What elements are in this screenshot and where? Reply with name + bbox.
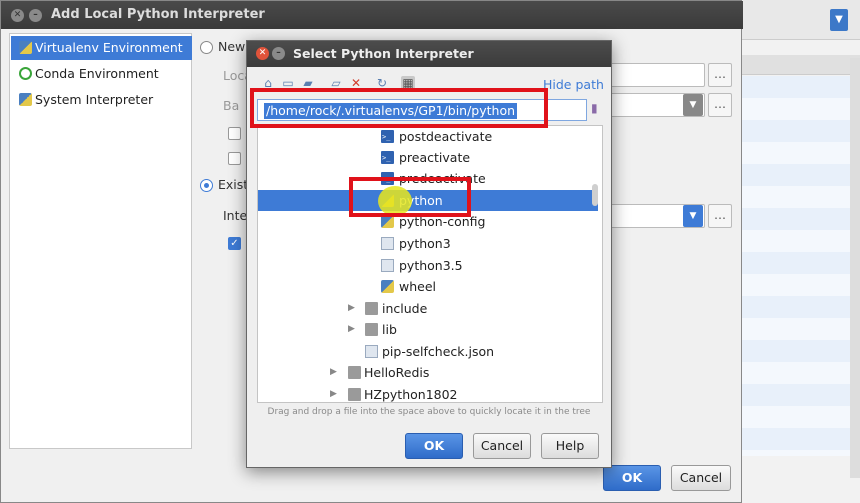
tree-node-hzpython1802[interactable]: ▶ HZpython1802 xyxy=(258,384,598,402)
help-button[interactable]: Help xyxy=(541,433,599,459)
chevron-down-icon[interactable]: ▼ xyxy=(683,94,703,116)
chevron-right-icon[interactable]: ▶ xyxy=(330,384,337,402)
chevron-down-icon[interactable]: ▼ xyxy=(683,205,703,227)
path-history-icon[interactable]: ▮ xyxy=(591,101,605,117)
file-icon xyxy=(365,345,378,358)
folder-icon xyxy=(365,302,378,315)
folder-icon xyxy=(348,388,361,401)
file-tree[interactable]: postdeactivate preactivate predeactivate… xyxy=(257,125,603,403)
minimize-icon[interactable]: – xyxy=(29,9,42,22)
folder-icon xyxy=(365,323,378,336)
annotation-box-python xyxy=(349,177,471,217)
folder-icon xyxy=(348,366,361,379)
close-icon[interactable]: ✕ xyxy=(11,9,24,22)
new-env-radio[interactable] xyxy=(200,41,213,54)
env-item-label: Virtualenv Environment xyxy=(35,40,183,55)
chevron-right-icon[interactable]: ▶ xyxy=(330,362,337,383)
tree-node-label: pip-selfcheck.json xyxy=(382,344,495,359)
tree-node-label: include xyxy=(382,301,428,316)
browse-interpreter-button[interactable]: … xyxy=(708,204,732,228)
background-ide-window: ▼ xyxy=(740,0,860,503)
new-env-label: New xyxy=(218,39,246,54)
tree-node-include[interactable]: ▶ include xyxy=(258,298,598,319)
tree-scrollbar[interactable] xyxy=(592,184,598,206)
tree-node-label: postdeactivate xyxy=(399,129,493,144)
file-icon xyxy=(381,259,394,272)
env-item-conda[interactable]: Conda Environment xyxy=(11,62,192,86)
conda-icon xyxy=(19,67,32,80)
ok-button[interactable]: OK xyxy=(405,433,463,459)
tree-node-python3[interactable]: python3 xyxy=(258,233,598,254)
tree-node-label: HZpython1802 xyxy=(364,387,458,402)
browse-location-button[interactable]: … xyxy=(708,63,732,87)
minimize-icon[interactable]: – xyxy=(272,47,285,60)
tree-node-label: python3 xyxy=(399,236,451,251)
ide-scrollbar[interactable] xyxy=(850,58,860,478)
drag-drop-hint: Drag and drop a file into the space abov… xyxy=(267,407,591,417)
tree-node-helloredis[interactable]: ▶ HelloRedis xyxy=(258,362,598,383)
inherit-packages-checkbox[interactable] xyxy=(228,127,241,140)
location-field[interactable] xyxy=(601,63,705,87)
chevron-down-icon[interactable]: ▼ xyxy=(830,9,848,31)
existing-env-radio[interactable] xyxy=(200,179,213,192)
make-available-all-checkbox[interactable]: ✓ xyxy=(228,237,241,250)
back-cancel-button[interactable]: Cancel xyxy=(671,465,731,491)
browse-base-button[interactable]: … xyxy=(708,93,732,117)
dialog-title: Select Python Interpreter xyxy=(293,46,474,61)
dialog-title-bar: ✕ – Select Python Interpreter xyxy=(247,41,611,67)
env-item-label: Conda Environment xyxy=(35,66,159,81)
tree-node-label: preactivate xyxy=(399,150,471,165)
tree-node-wheel[interactable]: wheel xyxy=(258,276,598,297)
tree-node-label: wheel xyxy=(399,279,436,294)
chevron-right-icon[interactable]: ▶ xyxy=(348,298,355,319)
back-ok-button[interactable]: OK xyxy=(603,465,661,491)
ide-column-header xyxy=(740,55,860,75)
cancel-button[interactable]: Cancel xyxy=(473,433,531,459)
chevron-right-icon[interactable]: ▶ xyxy=(348,319,355,340)
close-icon[interactable]: ✕ xyxy=(256,47,269,60)
script-icon xyxy=(381,127,394,148)
env-item-label: System Interpreter xyxy=(35,92,154,107)
python-file-icon xyxy=(381,280,394,293)
env-item-virtualenv[interactable]: Virtualenv Environment xyxy=(11,36,192,60)
base-interpreter-label: Ba xyxy=(223,98,240,113)
tree-node-label: python3.5 xyxy=(399,258,463,273)
tree-node-postdeactivate[interactable]: postdeactivate xyxy=(258,126,598,148)
tree-node-label: lib xyxy=(382,322,397,337)
python-icon xyxy=(19,93,32,106)
python-icon xyxy=(19,41,32,54)
hide-path-link[interactable]: Hide path xyxy=(543,77,604,92)
dialog-title-bar: ✕ – Add Local Python Interpreter xyxy=(1,1,743,29)
env-item-system[interactable]: System Interpreter xyxy=(11,88,192,112)
script-icon xyxy=(381,148,394,169)
tree-node-lib[interactable]: ▶ lib xyxy=(258,319,598,340)
existing-env-label: Exist xyxy=(218,177,249,192)
tree-node-label: HelloRedis xyxy=(364,365,430,380)
tree-node-pip-selfcheck[interactable]: pip-selfcheck.json xyxy=(258,341,598,362)
environment-type-list: Virtualenv Environment Conda Environment… xyxy=(9,33,192,449)
tree-node-preactivate[interactable]: preactivate xyxy=(258,147,598,169)
annotation-box-path xyxy=(250,88,548,128)
tree-node-python3-5[interactable]: python3.5 xyxy=(258,255,598,276)
ide-package-list xyxy=(740,76,860,456)
dialog-title: Add Local Python Interpreter xyxy=(51,7,265,22)
file-icon xyxy=(381,237,394,250)
make-available-checkbox[interactable] xyxy=(228,152,241,165)
interpreter-label: Inte xyxy=(223,208,248,223)
